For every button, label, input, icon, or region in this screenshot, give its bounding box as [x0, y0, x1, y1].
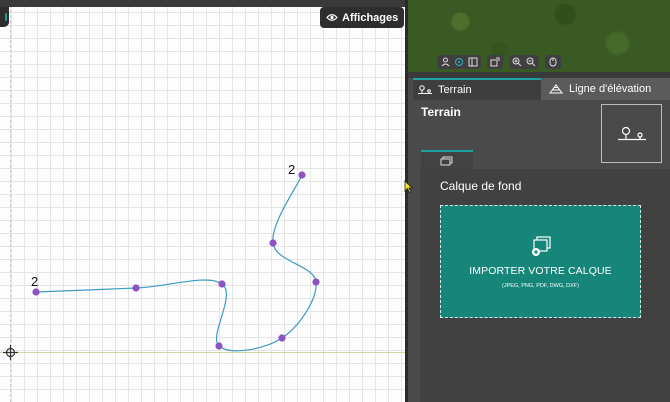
path-vertex-3[interactable] — [215, 342, 223, 350]
drawing-canvas[interactable]: 2 2 Affichages — [0, 0, 405, 402]
mouse-icon[interactable] — [548, 57, 558, 67]
elevation-line-icon — [549, 84, 563, 94]
zoom-out-icon[interactable] — [526, 57, 536, 67]
origin-crosshair-icon[interactable] — [3, 345, 18, 365]
layer-section-title: Calque de fond — [440, 179, 522, 193]
terrain-preview[interactable] — [601, 104, 662, 163]
plan-view-icon[interactable] — [468, 57, 478, 67]
zoom-group — [509, 55, 539, 69]
path-vertex-1[interactable] — [132, 284, 140, 292]
canvas-corner-tab[interactable] — [0, 7, 9, 27]
zoom-in-icon[interactable] — [512, 57, 522, 67]
background-layer-section: Calque de fond IMPORTER VOTRE CALQUE (JP… — [420, 169, 670, 402]
eye-icon — [326, 14, 338, 21]
mouse-group — [545, 55, 561, 69]
import-layer-icon — [531, 235, 551, 256]
path-vertex-0[interactable] — [32, 288, 40, 296]
tab-terrain[interactable]: Terrain — [413, 78, 541, 100]
properties-panel: Terrain Ligne d'élévation Terrain Calque… — [408, 72, 670, 402]
views-dropdown-button[interactable]: Affichages — [320, 7, 404, 28]
camera-group — [487, 55, 503, 69]
tab-terrain-label: Terrain — [438, 84, 472, 96]
terrain-icon — [418, 85, 432, 94]
path-vertex-7[interactable] — [298, 171, 306, 179]
segment-label-end: 2 — [288, 162, 295, 177]
canvas-top-bar — [0, 0, 405, 7]
view-mode-group — [437, 55, 481, 69]
layer-subtab-icon — [440, 156, 453, 165]
mouse-cursor-icon — [404, 180, 413, 198]
segment-label-start: 2 — [31, 274, 38, 289]
import-formats-label: (JPEG, PNG, PDF, DWG, DXF) — [501, 282, 579, 289]
subtab-layer[interactable] — [421, 150, 473, 169]
path-vertex-6[interactable] — [269, 239, 277, 247]
path-vertex-2[interactable] — [218, 280, 226, 288]
import-layer-button[interactable]: IMPORTER VOTRE CALQUE (JPEG, PNG, PDF, D… — [440, 205, 641, 318]
terrain-path-sketch[interactable]: 2 2 — [0, 0, 405, 402]
person-view-icon[interactable] — [440, 57, 450, 67]
import-layer-label: IMPORTER VOTRE CALQUE — [469, 264, 612, 277]
tab-elevation-line[interactable]: Ligne d'élévation — [541, 78, 670, 100]
terrain-preview-icon — [617, 126, 646, 140]
camera-reset-icon[interactable] — [490, 57, 500, 67]
path-vertex-5[interactable] — [312, 278, 320, 286]
orbit-view-icon[interactable] — [454, 57, 464, 67]
path-vertex-4[interactable] — [278, 334, 286, 342]
panel-title: Terrain — [421, 105, 461, 119]
view-toolbar — [437, 55, 561, 69]
views-button-label: Affichages — [342, 11, 399, 24]
terrain-path-line — [35, 174, 317, 352]
tab-elevation-line-label: Ligne d'élévation — [569, 83, 652, 95]
